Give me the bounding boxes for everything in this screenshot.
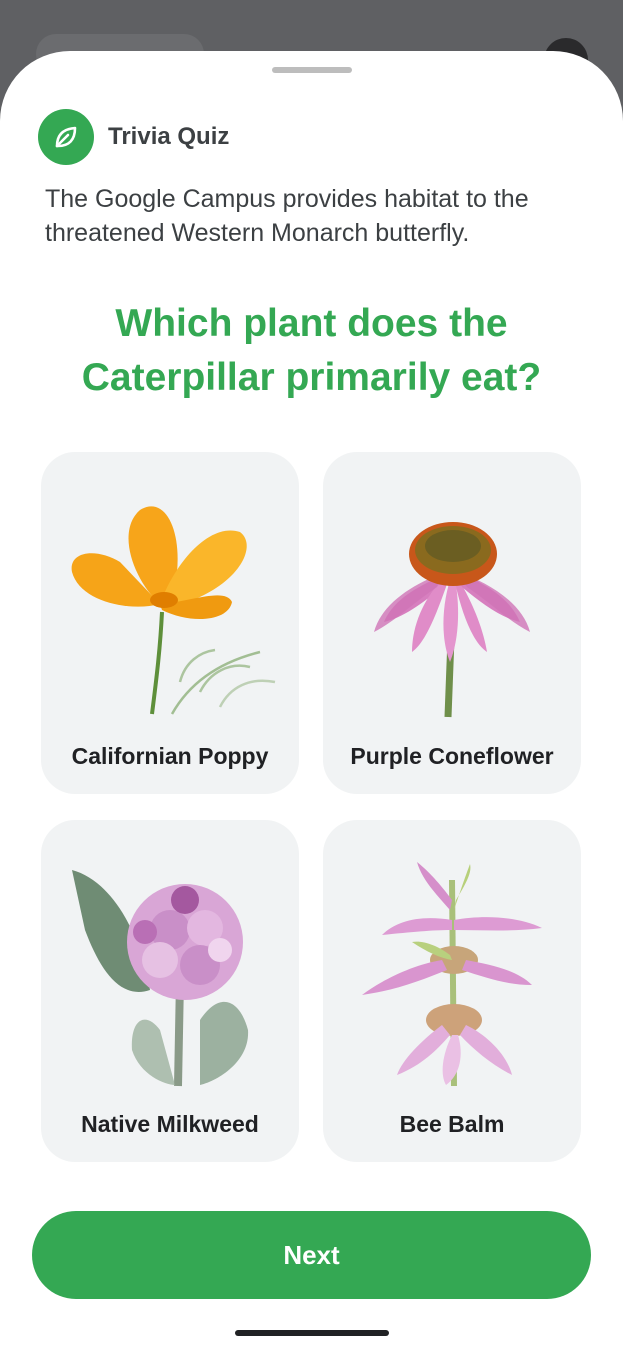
option-card-bee-balm[interactable]: Bee Balm xyxy=(323,820,581,1162)
option-card-native-milkweed[interactable]: Native Milkweed xyxy=(41,820,299,1162)
option-label: Native Milkweed xyxy=(81,1111,259,1137)
option-label: Bee Balm xyxy=(399,1111,505,1137)
bee-balm-image xyxy=(362,862,542,1087)
question-text: Which plant does the Caterpillar primari… xyxy=(81,302,542,399)
quiz-header: Trivia Quiz xyxy=(38,109,229,165)
leaf-icon xyxy=(38,109,94,165)
quiz-bottom-sheet: Trivia Quiz The Google Campus provides h… xyxy=(0,51,623,1351)
intro-text: The Google Campus provides habitat to th… xyxy=(45,185,529,247)
home-indicator xyxy=(235,1330,389,1336)
coneflower-image xyxy=(374,522,530,718)
quiz-title: Trivia Quiz xyxy=(108,123,230,150)
option-card-purple-coneflower[interactable]: Purple Coneflower xyxy=(323,452,581,794)
option-label: Purple Coneflower xyxy=(350,743,554,769)
poppy-image xyxy=(71,506,276,715)
option-card-californian-poppy[interactable]: Californian Poppy xyxy=(41,452,299,794)
sheet-drag-handle[interactable] xyxy=(272,67,352,73)
option-label: Californian Poppy xyxy=(71,743,269,769)
next-button[interactable]: Next xyxy=(32,1211,591,1299)
milkweed-image xyxy=(72,870,249,1087)
